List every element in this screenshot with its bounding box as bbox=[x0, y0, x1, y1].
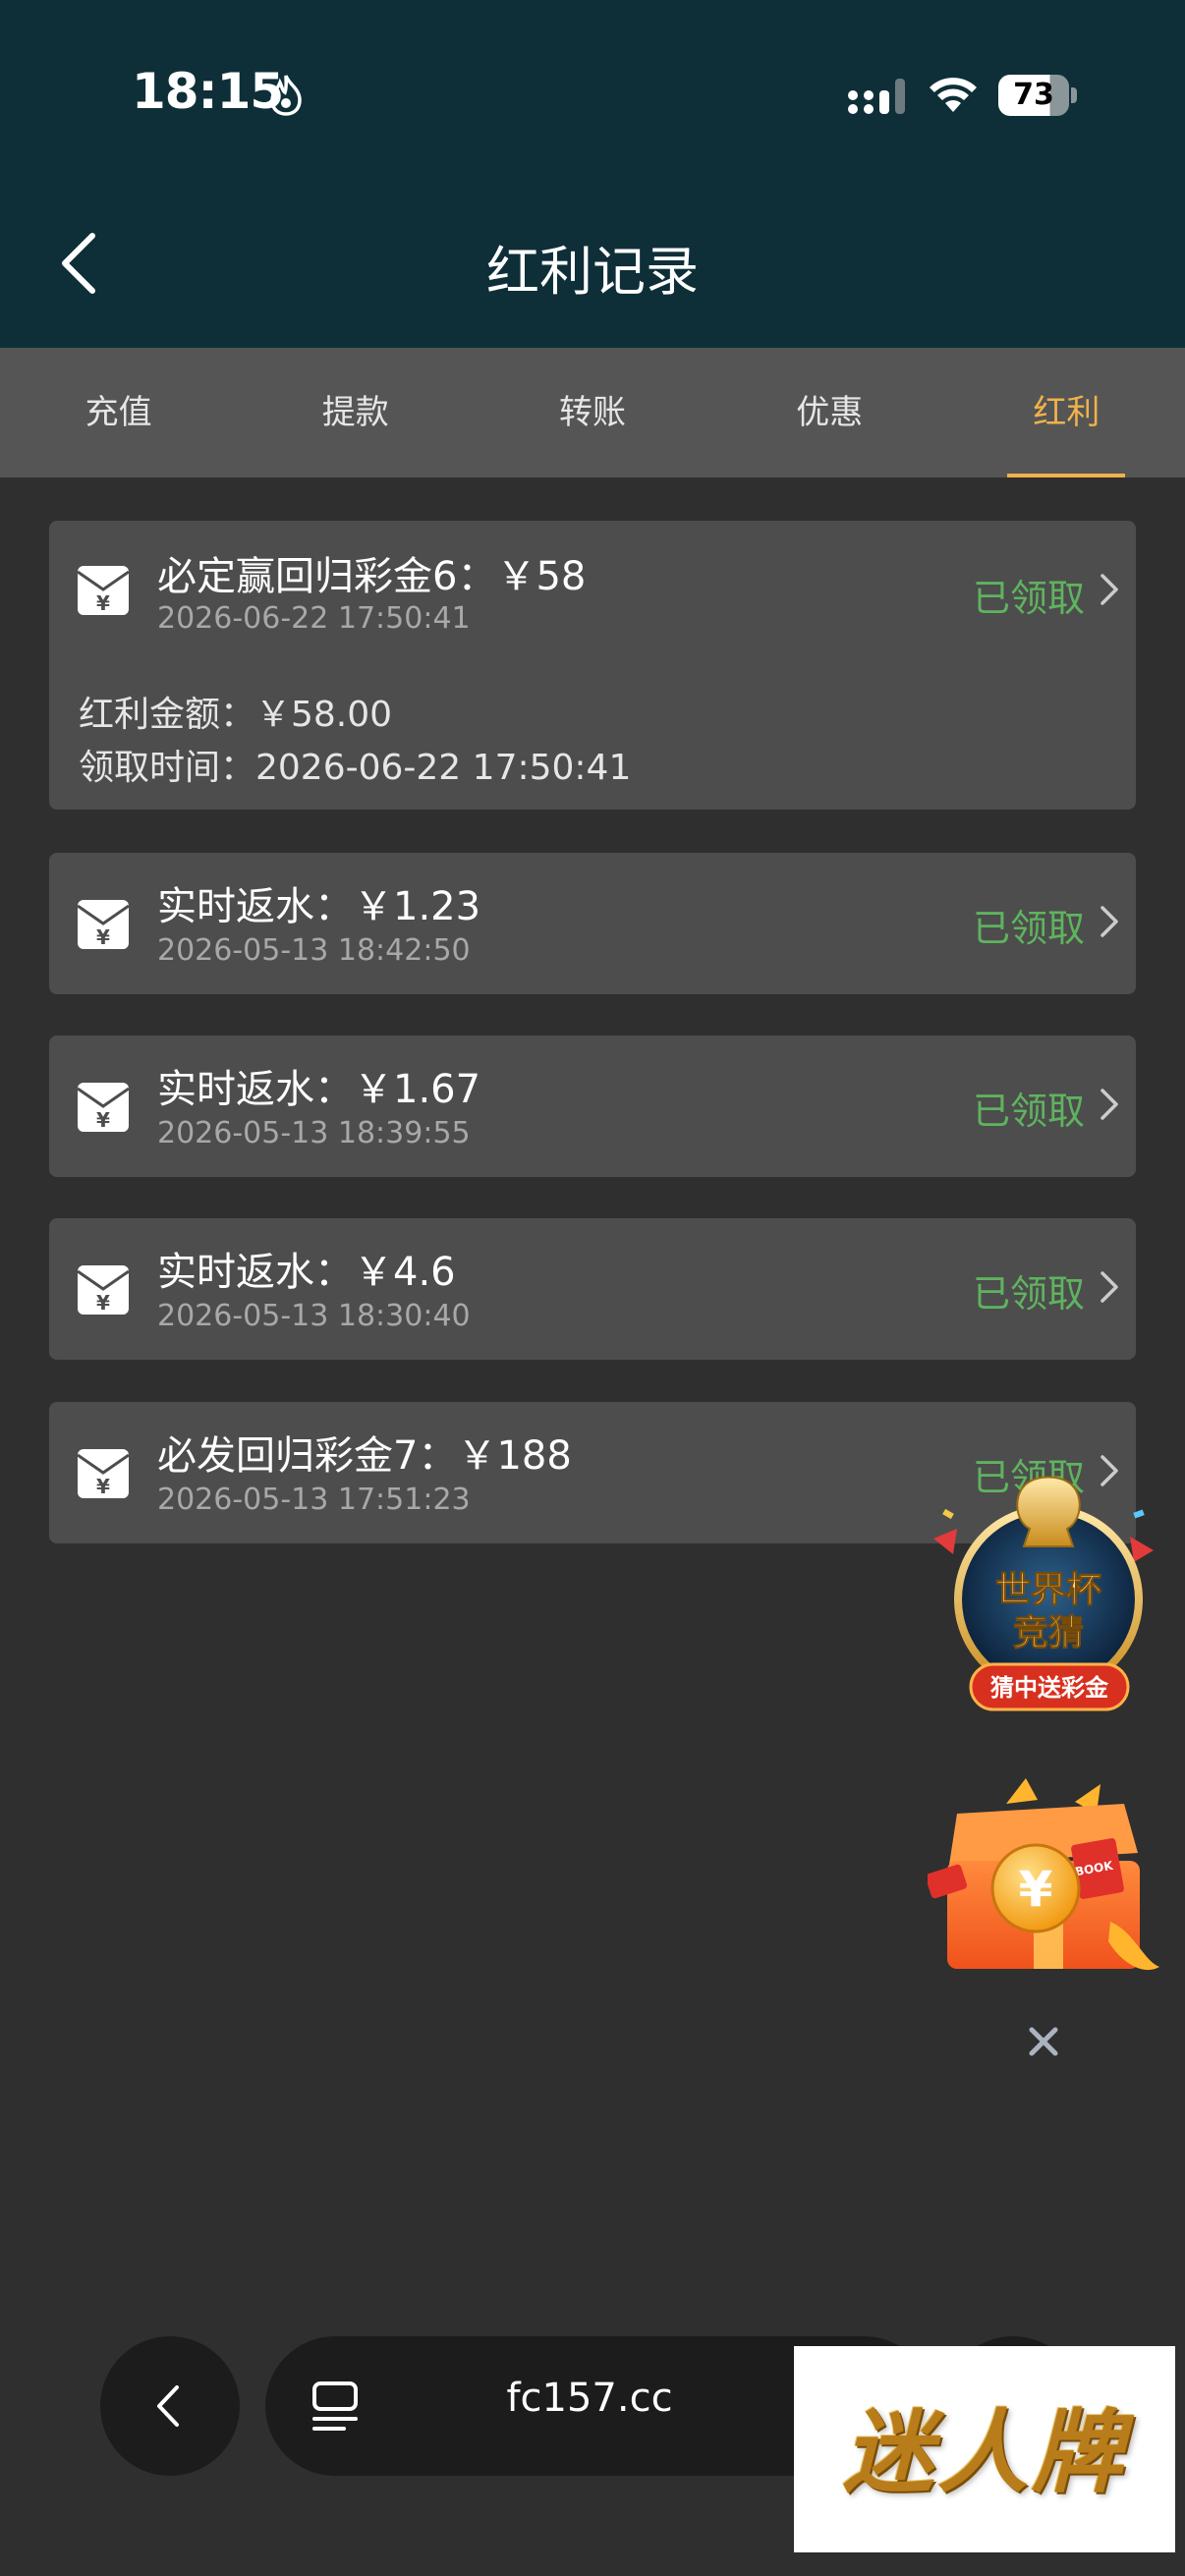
watermark-logo: 迷人牌 bbox=[794, 2346, 1175, 2552]
red-envelope-icon: ¥ bbox=[77, 1083, 130, 1132]
red-envelope-icon: ¥ bbox=[77, 1265, 130, 1315]
bonus-amount-line: 红利金额：￥58.00 bbox=[79, 695, 393, 735]
worldcup-ribbon-text: 猜中送彩金 bbox=[989, 1674, 1109, 1702]
status-time: 18:15 bbox=[132, 63, 284, 120]
status-claimed: 已领取 bbox=[972, 577, 1085, 620]
record-date: 2026-05-13 18:39:55 bbox=[157, 1116, 471, 1150]
url-text[interactable]: fc157.cc bbox=[413, 2376, 766, 2421]
red-envelope-icon: ¥ bbox=[77, 900, 130, 949]
svg-text:¥: ¥ bbox=[96, 925, 110, 949]
gift-box-promo[interactable]: BOOK ¥ bbox=[928, 1774, 1163, 1990]
record-title: 实时返水：￥1.23 bbox=[157, 884, 481, 929]
svg-text:¥: ¥ bbox=[96, 1475, 110, 1498]
app-header: 18:15 73 红利记录 bbox=[0, 0, 1185, 348]
record-date: 2026-05-13 18:30:40 bbox=[157, 1299, 471, 1333]
battery-level: 73 bbox=[998, 75, 1069, 116]
chevron-left-icon bbox=[157, 2385, 179, 2427]
tab-promotion[interactable]: 优惠 bbox=[711, 348, 948, 477]
battery-indicator: 73 bbox=[998, 75, 1077, 116]
claim-time-line: 领取时间：2026-06-22 17:50:41 bbox=[79, 748, 632, 788]
close-icon[interactable] bbox=[1022, 2020, 1065, 2063]
record-date: 2026-06-22 17:50:41 bbox=[157, 601, 471, 636]
status-claimed: 已领取 bbox=[972, 907, 1085, 950]
record-title: 实时返水：￥4.6 bbox=[157, 1250, 456, 1295]
page-title: 红利记录 bbox=[486, 241, 699, 303]
bonus-record-card[interactable]: ¥ 实时返水：￥4.6 2026-05-13 18:30:40 已领取 bbox=[49, 1218, 1136, 1360]
svg-text:¥: ¥ bbox=[96, 1108, 110, 1132]
cellular-signal-icon bbox=[848, 79, 905, 114]
record-title: 实时返水：￥1.67 bbox=[157, 1067, 481, 1112]
worldcup-title-line2: 竞猜 bbox=[1013, 1613, 1084, 1653]
worldcup-promo-badge[interactable]: 世界杯 竞猜 猜中送彩金 bbox=[914, 1472, 1163, 1723]
record-date: 2026-05-13 18:42:50 bbox=[157, 933, 471, 968]
bonus-record-card[interactable]: ¥ 必定赢回归彩金6：￥58 2026-06-22 17:50:41 已领取 红… bbox=[49, 521, 1136, 810]
record-title: 必定赢回归彩金6：￥58 bbox=[157, 554, 587, 599]
tab-recharge[interactable]: 充值 bbox=[0, 348, 237, 477]
red-envelope-icon: ¥ bbox=[77, 566, 130, 615]
tab-withdraw[interactable]: 提款 bbox=[237, 348, 474, 477]
chevron-right-icon bbox=[1100, 906, 1118, 937]
chevron-right-icon bbox=[1100, 1089, 1118, 1120]
watermark-text: 迷人牌 bbox=[842, 2399, 1126, 2505]
chevron-right-icon bbox=[1100, 574, 1118, 605]
svg-text:¥: ¥ bbox=[96, 591, 110, 615]
wifi-icon bbox=[930, 78, 977, 112]
bonus-record-card[interactable]: ¥ 实时返水：￥1.67 2026-05-13 18:39:55 已领取 bbox=[49, 1036, 1136, 1177]
tabs-icon[interactable] bbox=[310, 2380, 360, 2435]
record-date: 2026-05-13 17:51:23 bbox=[157, 1483, 471, 1517]
status-claimed: 已领取 bbox=[972, 1272, 1085, 1316]
svg-text:¥: ¥ bbox=[1019, 1861, 1053, 1918]
browser-back-button[interactable] bbox=[100, 2336, 240, 2476]
flame-icon bbox=[270, 75, 302, 116]
record-tabs: 充值 提款 转账 优惠 红利 bbox=[0, 348, 1185, 477]
record-title: 必发回归彩金7：￥188 bbox=[157, 1433, 572, 1479]
svg-text:¥: ¥ bbox=[96, 1291, 110, 1315]
chevron-right-icon bbox=[1100, 1271, 1118, 1303]
red-envelope-icon: ¥ bbox=[77, 1449, 130, 1498]
battery-nub bbox=[1071, 87, 1077, 103]
tab-transfer[interactable]: 转账 bbox=[474, 348, 710, 477]
tab-bonus[interactable]: 红利 bbox=[948, 348, 1185, 477]
worldcup-title-line1: 世界杯 bbox=[995, 1570, 1101, 1610]
status-claimed: 已领取 bbox=[972, 1090, 1085, 1133]
bonus-record-card[interactable]: ¥ 实时返水：￥1.23 2026-05-13 18:42:50 已领取 bbox=[49, 853, 1136, 994]
